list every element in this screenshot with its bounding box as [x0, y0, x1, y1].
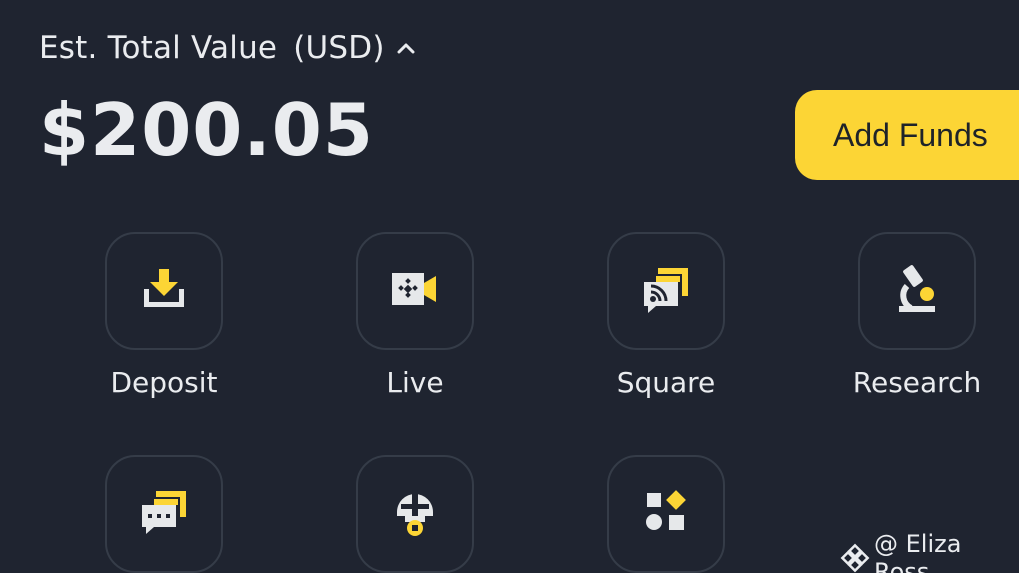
live-icon [390, 267, 440, 315]
watermark-text: @ Eliza Ross [874, 530, 962, 573]
watermark: @ Eliza Ross [840, 530, 1019, 573]
shortcut-label: Research [852, 366, 982, 399]
shortcut-more[interactable] [586, 455, 746, 573]
shortcut-research[interactable]: Research [837, 232, 997, 399]
add-funds-button[interactable]: Add Funds [795, 90, 1019, 180]
square-icon [640, 264, 692, 318]
binance-logo-icon [840, 543, 870, 573]
shortcut-live[interactable]: Live [335, 232, 495, 399]
shortcut-square[interactable]: Square [586, 232, 746, 399]
more-apps-icon [643, 489, 689, 539]
shortcut-tile[interactable] [356, 232, 474, 350]
est-total-value-toggle[interactable]: Est. Total Value (USD) [39, 30, 415, 66]
shortcut-tile[interactable] [607, 455, 725, 573]
est-total-value-label: Est. Total Value [39, 30, 278, 66]
shortcut-label: Square [616, 366, 716, 399]
shortcut-tile[interactable] [105, 232, 223, 350]
shortcut-label: Live [386, 366, 444, 399]
chat-icon [138, 487, 190, 541]
shortcut-tile[interactable] [607, 232, 725, 350]
wallet-overview: Est. Total Value (USD) $200.05 Add Funds… [0, 0, 1019, 573]
shortcut-chat[interactable] [84, 455, 244, 573]
mascot-icon [391, 486, 439, 542]
research-icon [893, 264, 941, 318]
shortcut-label: Deposit [110, 366, 218, 399]
total-value: $200.05 [39, 88, 374, 172]
deposit-icon [140, 265, 188, 317]
shortcut-tile[interactable] [356, 455, 474, 573]
shortcut-mascot[interactable] [335, 455, 495, 573]
shortcut-tile[interactable] [105, 455, 223, 573]
chevron-up-icon [397, 39, 415, 57]
shortcut-tile[interactable] [858, 232, 976, 350]
currency-label: (USD) [293, 30, 385, 66]
shortcut-deposit[interactable]: Deposit [84, 232, 244, 399]
